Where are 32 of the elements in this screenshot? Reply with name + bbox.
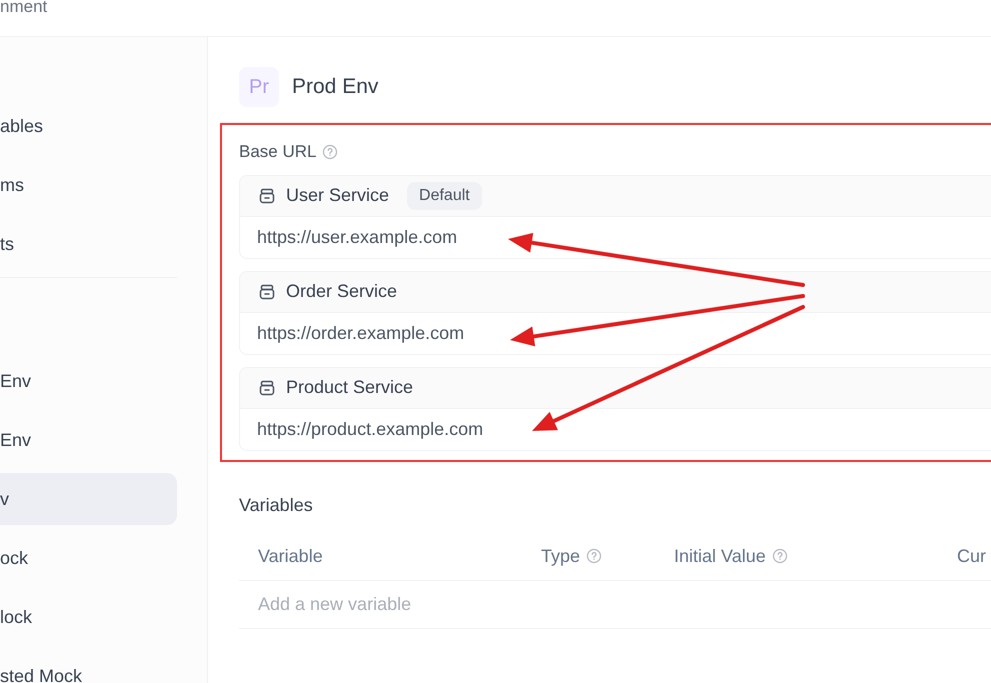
column-header: Variable [258, 544, 323, 568]
column-header: Type [541, 544, 580, 568]
sidebar-item[interactable]: ts [0, 218, 177, 270]
environment-name: Prod Env [292, 74, 378, 100]
sidebar-item[interactable]: v [0, 473, 177, 525]
sidebar-item[interactable]: Env [0, 355, 177, 407]
service-name: Product Service [286, 376, 414, 399]
jar-icon [258, 186, 276, 204]
environment-avatar: Pr [239, 67, 279, 107]
column-header: Initial Value [674, 544, 766, 568]
help-icon [772, 548, 788, 564]
service-url: https://user.example.com [257, 226, 458, 249]
sidebar-item[interactable]: ock [0, 532, 177, 584]
column-header: Cur [957, 544, 986, 568]
service-url: https://product.example.com [257, 418, 484, 441]
jar-icon [258, 378, 276, 396]
section-label: Variables [239, 494, 313, 516]
section-label: Base URL [239, 141, 316, 163]
page-title: nment [0, 0, 48, 15]
sidebar-item[interactable]: sted Mock [0, 650, 177, 683]
help-icon [322, 144, 338, 160]
service-url: https://order.example.com [257, 322, 464, 345]
sidebar-item[interactable]: ables [0, 100, 177, 152]
sidebar-item[interactable]: Env [0, 414, 177, 466]
service-name: Order Service [286, 280, 398, 303]
sidebar-item[interactable]: ms [0, 159, 177, 211]
default-badge: Default [407, 182, 482, 210]
sidebar-item[interactable]: lock [0, 591, 177, 643]
new-variable-field[interactable]: Add a new variable [258, 590, 658, 618]
service-name: User Service [286, 184, 390, 207]
help-icon [586, 548, 602, 564]
jar-icon [258, 282, 276, 300]
